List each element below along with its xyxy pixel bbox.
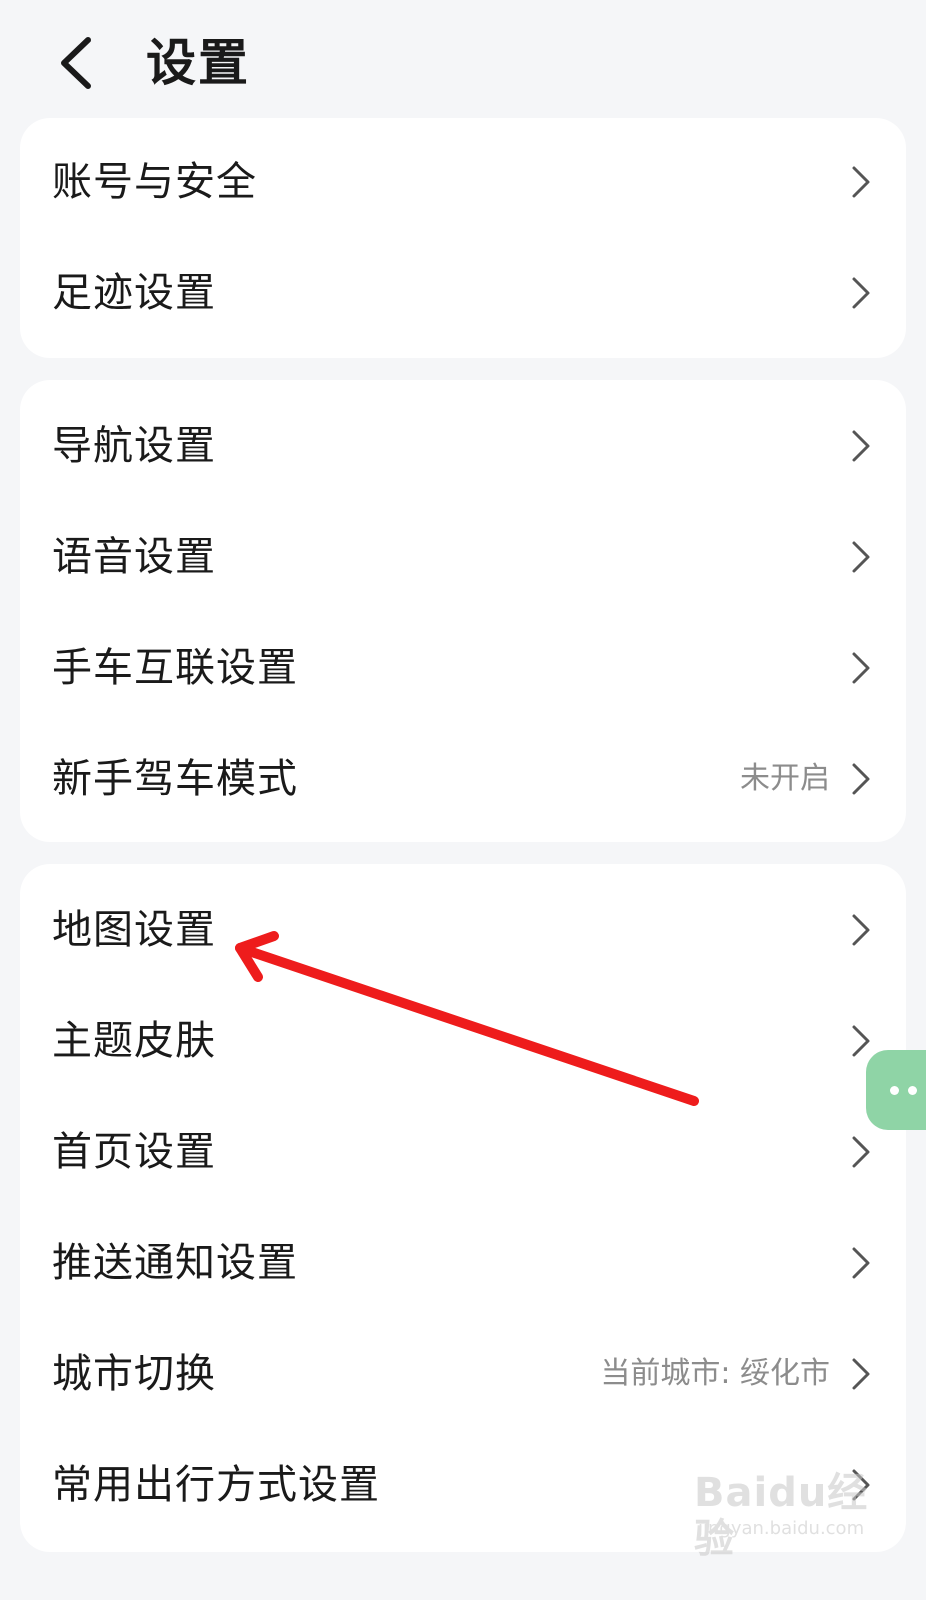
settings-item-label: 首页设置 (52, 1128, 216, 1175)
settings-item-label: 新手驾车模式 (52, 755, 298, 802)
chevron-right-icon (852, 1247, 870, 1278)
settings-item-push-notifications[interactable]: 推送通知设置 (20, 1207, 906, 1318)
chevron-right-icon (852, 914, 870, 945)
settings-group-account: 账号与安全 足迹设置 (20, 118, 906, 358)
settings-item-label: 推送通知设置 (52, 1239, 298, 1286)
watermark: Baidu经验 jingyan.baidu.com (694, 1466, 874, 1562)
settings-item-current-city: 当前城市: 绥化市 (600, 1355, 830, 1391)
chevron-right-icon (852, 166, 870, 197)
settings-item-novice-driving-mode[interactable]: 新手驾车模式 未开启 (20, 723, 906, 834)
settings-item-label: 手车互联设置 (52, 644, 298, 691)
chevron-right-icon (852, 541, 870, 572)
settings-group-display: 地图设置 主题皮肤 首页设置 推送通知设置 城市切换 当前城市: 绥化市 常用出… (20, 864, 906, 1552)
chevron-right-icon (852, 277, 870, 308)
settings-group-navigation: 导航设置 语音设置 手车互联设置 新手驾车模式 未开启 (20, 380, 906, 842)
watermark-brand: Baidu经验 (694, 1470, 869, 1562)
header: 设置 (0, 0, 926, 118)
settings-item-status: 未开启 (740, 760, 830, 796)
settings-item-navigation[interactable]: 导航设置 (20, 390, 906, 501)
settings-item-label: 地图设置 (52, 906, 216, 953)
settings-item-home-page[interactable]: 首页设置 (20, 1096, 906, 1207)
dot (890, 1086, 899, 1095)
chevron-right-icon (852, 763, 870, 794)
page-title: 设置 (146, 34, 250, 92)
chevron-left-icon (61, 37, 91, 89)
settings-item-label: 导航设置 (52, 422, 216, 469)
settings-item-label: 账号与安全 (52, 158, 257, 205)
settings-item-map[interactable]: 地图设置 (20, 874, 906, 985)
chevron-right-icon (852, 1025, 870, 1056)
settings-item-label: 足迹设置 (52, 269, 216, 316)
floating-assistant-button[interactable] (866, 1050, 926, 1130)
watermark-url: jingyan.baidu.com (698, 1518, 865, 1539)
chevron-right-icon (852, 1358, 870, 1389)
back-button[interactable] (52, 28, 112, 98)
settings-item-theme-skin[interactable]: 主题皮肤 (20, 985, 906, 1096)
chevron-right-icon (852, 1136, 870, 1167)
chevron-right-icon (852, 430, 870, 461)
settings-item-label: 城市切换 (52, 1350, 216, 1397)
settings-item-label: 语音设置 (52, 533, 216, 580)
settings-item-voice[interactable]: 语音设置 (20, 501, 906, 612)
settings-item-label: 主题皮肤 (52, 1017, 216, 1064)
settings-item-footprint[interactable]: 足迹设置 (20, 237, 906, 348)
dot (908, 1086, 917, 1095)
settings-item-city-switch[interactable]: 城市切换 当前城市: 绥化市 (20, 1318, 906, 1429)
settings-item-phone-car-link[interactable]: 手车互联设置 (20, 612, 906, 723)
chevron-right-icon (852, 652, 870, 683)
settings-item-account-security[interactable]: 账号与安全 (20, 126, 906, 237)
settings-item-label: 常用出行方式设置 (52, 1461, 380, 1508)
